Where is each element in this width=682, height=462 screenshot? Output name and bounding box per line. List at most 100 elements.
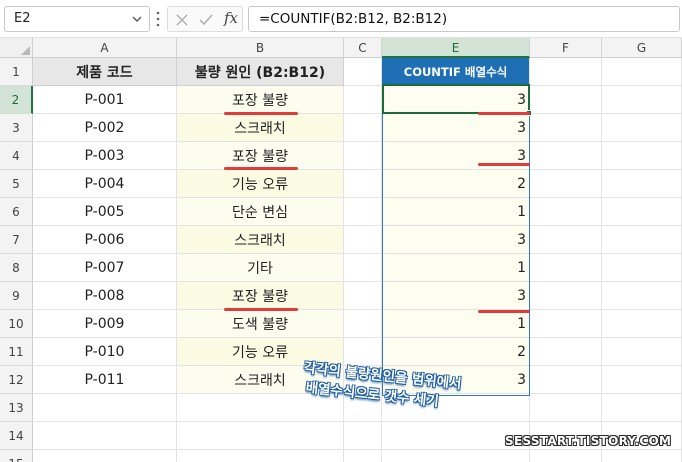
formula-input[interactable]: =COUNTIF(B2:B12, B2:B12) — [248, 6, 680, 32]
empty-cell[interactable] — [602, 310, 682, 338]
row-header-3[interactable]: 3 — [0, 114, 33, 142]
product-code-cell[interactable]: P-001 — [33, 86, 177, 114]
defect-cause-cell[interactable]: 단순 변심 — [177, 198, 344, 226]
empty-cell[interactable] — [177, 450, 344, 462]
column-header-e[interactable]: E — [382, 38, 530, 58]
product-code-cell[interactable]: P-005 — [33, 198, 177, 226]
row-header-9[interactable]: 9 — [0, 282, 33, 310]
empty-cell[interactable] — [602, 198, 682, 226]
countif-result-cell[interactable]: 3 — [382, 282, 530, 310]
defect-cause-cell[interactable]: 스크래치 — [177, 114, 344, 142]
empty-cell[interactable] — [33, 450, 177, 462]
empty-cell[interactable] — [602, 170, 682, 198]
product-code-cell[interactable]: P-004 — [33, 170, 177, 198]
enter-check-icon[interactable] — [198, 12, 214, 28]
product-code-cell[interactable]: P-007 — [33, 254, 177, 282]
empty-cell[interactable] — [530, 114, 602, 142]
empty-cell[interactable] — [530, 450, 602, 462]
empty-cell[interactable] — [602, 86, 682, 114]
empty-cell[interactable] — [344, 422, 382, 450]
empty-cell[interactable] — [344, 254, 382, 282]
select-all-button[interactable] — [0, 38, 33, 58]
row-header-4[interactable]: 4 — [0, 142, 33, 170]
countif-result-cell[interactable]: 1 — [382, 254, 530, 282]
empty-cell[interactable] — [382, 450, 530, 462]
empty-cell[interactable] — [530, 366, 602, 394]
countif-result-cell[interactable]: 1 — [382, 198, 530, 226]
empty-cell[interactable] — [602, 338, 682, 366]
product-code-cell[interactable]: P-002 — [33, 114, 177, 142]
table-header-code[interactable]: 제품 코드 — [33, 58, 177, 86]
empty-cell[interactable] — [602, 394, 682, 422]
row-header-7[interactable]: 7 — [0, 226, 33, 254]
row-header-13[interactable]: 13 — [0, 394, 33, 422]
countif-result-cell[interactable]: 3 — [382, 226, 530, 254]
empty-cell[interactable] — [530, 282, 602, 310]
countif-result-cell[interactable]: 1 — [382, 310, 530, 338]
row-header-1[interactable]: 1 — [0, 58, 33, 86]
empty-cell[interactable] — [530, 310, 602, 338]
product-code-cell[interactable]: P-003 — [33, 142, 177, 170]
countif-result-cell[interactable]: 2 — [382, 170, 530, 198]
column-header-a[interactable]: A — [33, 38, 177, 58]
product-code-cell[interactable]: P-006 — [33, 226, 177, 254]
column-header-c[interactable]: C — [344, 38, 382, 58]
defect-cause-cell[interactable]: 기능 오류 — [177, 170, 344, 198]
chevron-down-icon[interactable] — [131, 13, 143, 25]
countif-result-cell[interactable]: 2 — [382, 338, 530, 366]
defect-cause-cell[interactable]: 기타 — [177, 254, 344, 282]
name-box[interactable]: E2 — [4, 6, 150, 32]
empty-cell[interactable] — [602, 450, 682, 462]
empty-cell[interactable] — [530, 142, 602, 170]
row-header-14[interactable]: 14 — [0, 422, 33, 450]
row-header-10[interactable]: 10 — [0, 310, 33, 338]
product-code-cell[interactable]: P-008 — [33, 282, 177, 310]
defect-cause-cell[interactable]: 포장 불량 — [177, 86, 344, 114]
row-header-5[interactable]: 5 — [0, 170, 33, 198]
empty-cell[interactable] — [530, 86, 602, 114]
defect-cause-cell[interactable]: 포장 불량 — [177, 142, 344, 170]
empty-cell[interactable] — [530, 338, 602, 366]
empty-cell[interactable] — [177, 422, 344, 450]
empty-cell[interactable] — [602, 254, 682, 282]
cell-c1[interactable] — [344, 58, 382, 86]
more-options-icon[interactable] — [155, 10, 161, 28]
empty-cell[interactable] — [344, 310, 382, 338]
empty-cell[interactable] — [344, 114, 382, 142]
empty-cell[interactable] — [344, 86, 382, 114]
empty-cell[interactable] — [602, 142, 682, 170]
empty-cell[interactable] — [344, 170, 382, 198]
column-header-g[interactable]: G — [602, 38, 682, 58]
row-header-12[interactable]: 12 — [0, 366, 33, 394]
cancel-icon[interactable] — [174, 12, 190, 28]
empty-cell[interactable] — [530, 254, 602, 282]
empty-cell[interactable] — [530, 226, 602, 254]
row-header-6[interactable]: 6 — [0, 198, 33, 226]
cell-f1[interactable] — [530, 58, 602, 86]
row-header-2[interactable]: 2 — [0, 86, 33, 114]
product-code-cell[interactable]: P-010 — [33, 338, 177, 366]
product-code-cell[interactable]: P-011 — [33, 366, 177, 394]
defect-cause-cell[interactable]: 도색 불량 — [177, 310, 344, 338]
empty-cell[interactable] — [602, 226, 682, 254]
empty-cell[interactable] — [177, 394, 344, 422]
product-code-cell[interactable]: P-009 — [33, 310, 177, 338]
empty-cell[interactable] — [530, 198, 602, 226]
column-header-f[interactable]: F — [530, 38, 602, 58]
defect-cause-cell[interactable]: 스크래치 — [177, 226, 344, 254]
column-header-b[interactable]: B — [177, 38, 344, 58]
empty-cell[interactable] — [530, 170, 602, 198]
empty-cell[interactable] — [530, 394, 602, 422]
table-header-cause[interactable]: 불량 원인 (B2:B12) — [177, 58, 344, 86]
empty-cell[interactable] — [602, 114, 682, 142]
empty-cell[interactable] — [33, 422, 177, 450]
insert-function-button[interactable]: fx — [224, 9, 238, 27]
table-header-result[interactable]: COUNTIF 배열수식 — [382, 58, 530, 86]
empty-cell[interactable] — [602, 366, 682, 394]
empty-cell[interactable] — [344, 282, 382, 310]
empty-cell[interactable] — [344, 142, 382, 170]
countif-result-cell[interactable]: 3 — [382, 114, 530, 142]
defect-cause-cell[interactable]: 포장 불량 — [177, 282, 344, 310]
empty-cell[interactable] — [344, 450, 382, 462]
row-header-11[interactable]: 11 — [0, 338, 33, 366]
